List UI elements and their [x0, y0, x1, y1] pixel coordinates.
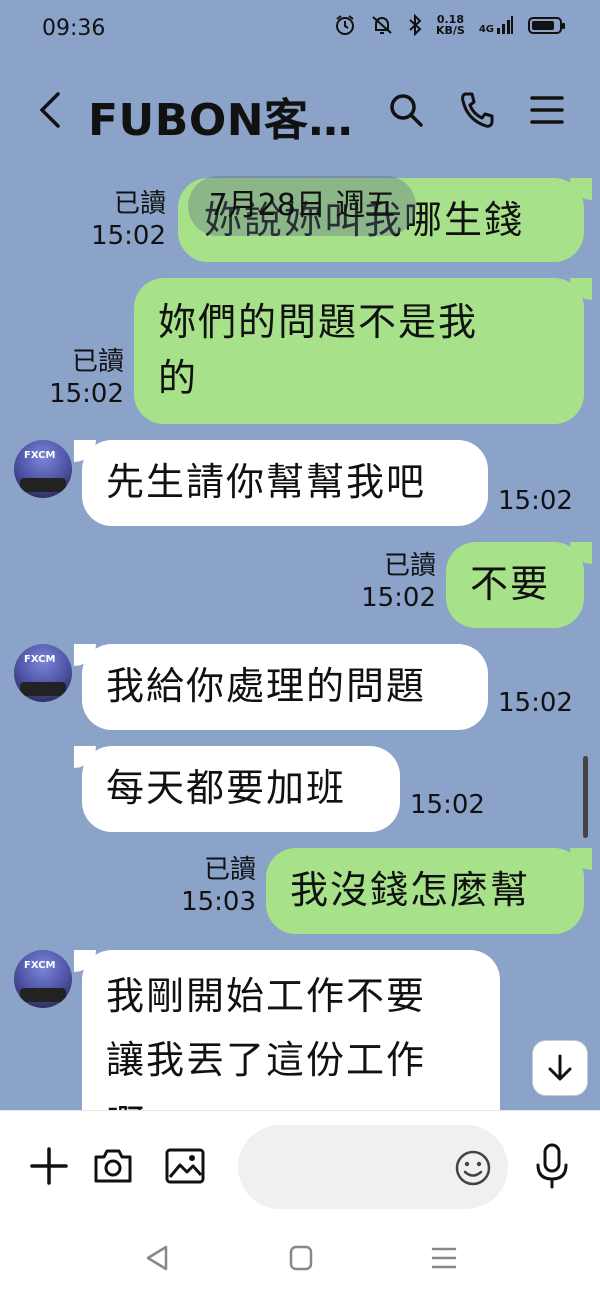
incoming-message[interactable]: 我剛開始工作不要 讓我丟了這份工作 啊: [74, 950, 500, 1110]
avatar-image: [20, 682, 66, 696]
message-text: 不要: [470, 562, 551, 606]
date-separator: 7月28日 週五: [188, 176, 416, 236]
mute-icon: [372, 16, 392, 34]
outgoing-message[interactable]: 我沒錢怎麼幫: [266, 848, 592, 934]
chat-header: FUBON客…: [0, 60, 600, 160]
avatar[interactable]: FXCM: [14, 644, 72, 702]
message-text: 讓我丟了這份工作: [106, 1038, 427, 1082]
read-receipt: 已讀: [71, 347, 124, 377]
message-time: 15:02: [498, 486, 573, 516]
message-text: 先生請你幫幫我吧: [106, 460, 427, 504]
nav-home-icon[interactable]: [288, 1244, 314, 1272]
chat-title[interactable]: FUBON客…: [88, 84, 353, 148]
image-icon[interactable]: [164, 1147, 206, 1185]
avatar-image: [20, 988, 66, 1002]
avatar-image: [20, 478, 66, 492]
signal-type: 4G: [478, 24, 494, 35]
message-time: 15:02: [498, 688, 573, 718]
search-icon[interactable]: [388, 90, 424, 130]
alarm-icon: [335, 15, 354, 35]
arrow-down-icon: [548, 1054, 572, 1081]
avatar[interactable]: FXCM: [14, 950, 72, 1008]
message-text: 我沒錢怎麼幫: [290, 868, 531, 912]
message-time: 15:03: [181, 887, 256, 917]
message-meta: 已讀 15:02: [46, 346, 124, 410]
message-composer: [0, 1110, 600, 1221]
status-bar: 09:36 0.18 KB/S 4G: [0, 0, 600, 60]
message-text: 妳們的問題不是我: [158, 300, 479, 344]
message-time: 15:02: [49, 379, 124, 409]
scrollbar[interactable]: [583, 756, 588, 838]
read-receipt: 已讀: [203, 855, 256, 885]
incoming-message[interactable]: 每天都要加班: [74, 746, 400, 832]
message-time: 15:02: [91, 221, 166, 251]
outgoing-message[interactable]: 妳們的問題不是我 的: [134, 278, 592, 424]
message-meta: 已讀 15:02: [358, 550, 436, 614]
battery-icon: [528, 16, 565, 34]
signal-icon: [497, 16, 513, 34]
avatar[interactable]: FXCM: [14, 440, 72, 498]
read-receipt: 已讀: [113, 189, 166, 219]
message-meta: 已讀 15:02: [88, 188, 166, 252]
message-text: 的: [158, 356, 199, 400]
message-time: 15:02: [361, 583, 436, 613]
status-time: 09:36: [42, 16, 106, 41]
bluetooth-icon: [409, 14, 422, 36]
avatar-logo: FXCM: [24, 654, 56, 665]
message-time: 15:02: [410, 790, 485, 820]
message-text: 我剛開始工作不要: [106, 974, 427, 1018]
nav-recents-icon[interactable]: [430, 1244, 458, 1272]
message-text: 每天都要加班: [106, 766, 347, 810]
incoming-message[interactable]: 先生請你幫幫我吧: [74, 440, 488, 526]
network-speed-unit: KB/S: [435, 24, 465, 37]
plus-icon[interactable]: [30, 1147, 68, 1185]
avatar-logo: FXCM: [24, 450, 56, 461]
signal-indicator: 4G: [479, 15, 514, 35]
incoming-message[interactable]: 我給你處理的問題: [74, 644, 488, 730]
back-icon[interactable]: [36, 90, 62, 130]
battery-level: [532, 20, 555, 30]
message-text: 我給你處理的問題: [106, 664, 427, 708]
system-navigation-bar: [0, 1220, 600, 1300]
message-text: 啊: [106, 1092, 476, 1110]
phone-icon[interactable]: [458, 90, 494, 130]
microphone-icon[interactable]: [534, 1143, 570, 1189]
chat-message-list[interactable]: 已讀 15:02 妳說妳叫我哪生錢 7月28日 週五 已讀 15:02 妳們的問…: [0, 160, 600, 1110]
message-meta: 已讀 15:03: [178, 854, 256, 918]
camera-icon[interactable]: [92, 1147, 134, 1185]
status-icons: 0.18 KB/S 4G: [334, 14, 565, 36]
scroll-to-bottom-button[interactable]: [532, 1040, 588, 1096]
outgoing-message[interactable]: 不要: [446, 542, 592, 628]
menu-icon[interactable]: [530, 90, 564, 130]
network-speed: 0.18 KB/S: [436, 14, 465, 36]
avatar-logo: FXCM: [24, 960, 56, 971]
emoji-icon[interactable]: [454, 1149, 492, 1187]
nav-back-icon[interactable]: [144, 1244, 170, 1272]
read-receipt: 已讀: [383, 551, 436, 581]
